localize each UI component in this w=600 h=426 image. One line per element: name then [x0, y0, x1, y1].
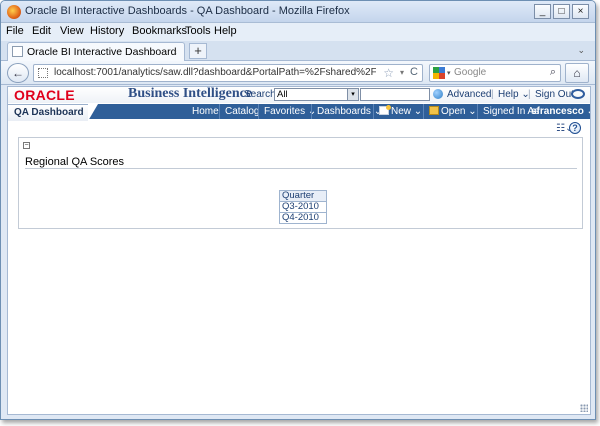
page-icon — [12, 46, 23, 57]
user-menu[interactable]: sfrancesco ⌄ — [531, 106, 590, 117]
search-scope-select[interactable]: All ▾ — [274, 88, 359, 101]
folder-icon — [429, 106, 439, 115]
home-button[interactable]: ⌂ — [565, 63, 589, 83]
section-title: Regional QA Scores — [25, 156, 125, 168]
close-button[interactable]: × — [572, 4, 589, 19]
catalog-link[interactable]: Catalog — [225, 106, 259, 117]
product-title: Business Intelligence — [128, 86, 253, 101]
table-row[interactable]: Q3-2010 — [279, 201, 327, 213]
browser-window: Oracle BI Interactive Dashboards - QA Da… — [0, 0, 596, 420]
separator — [258, 104, 259, 119]
quarter-prompt-table: Quarter Q3-2010 Q4-2010 — [279, 190, 327, 224]
title-bar: Oracle BI Interactive Dashboards - QA Da… — [1, 1, 595, 23]
page-content: ORACLE Business Intelligence Search All … — [7, 86, 591, 415]
sign-out-link[interactable]: Sign Out — [535, 89, 574, 100]
dashboard-section: − Regional QA Scores Quarter Q3-2010 Q4-… — [18, 137, 583, 229]
tab-qa-dashboard[interactable]: QA Dashboard — [8, 104, 88, 121]
column-header-quarter: Quarter — [279, 190, 327, 202]
menu-bookmarks[interactable]: Bookmarks — [132, 25, 187, 37]
tab-label: Oracle BI Interactive Dashboards - QA Da… — [27, 46, 177, 58]
menu-tools[interactable]: Tools — [185, 25, 211, 37]
site-identity-icon[interactable] — [38, 68, 48, 78]
oracle-oval-icon — [571, 89, 585, 99]
obi-header: ORACLE Business Intelligence Search All … — [8, 87, 590, 103]
advanced-link[interactable]: Advanced — [447, 89, 491, 100]
resize-grip[interactable] — [580, 404, 588, 412]
url-dropdown-icon[interactable]: ▾ — [400, 68, 404, 77]
separator: | — [491, 89, 494, 100]
tab-list-icon[interactable]: ⌄ — [577, 45, 585, 56]
maximize-button[interactable]: □ — [553, 4, 570, 19]
window-controls: _ □ × — [532, 4, 589, 19]
new-menu-label: New ⌄ — [391, 106, 423, 117]
url-bar[interactable]: localhost:7001/analytics/saw.dll?dashboa… — [33, 64, 423, 82]
tab-oracle-bi[interactable]: Oracle BI Interactive Dashboards - QA Da… — [7, 42, 185, 61]
back-button[interactable]: ← — [7, 63, 29, 83]
minimize-button[interactable]: _ — [534, 4, 551, 19]
new-document-icon — [379, 105, 391, 115]
table-cell-quarter[interactable]: Q4-2010 — [279, 212, 327, 224]
new-menu[interactable]: New ⌄ — [379, 105, 423, 117]
search-engine-dropdown-icon[interactable]: ▾ — [447, 69, 451, 77]
search-scope-value: All — [277, 89, 288, 100]
page-toolbar: ☷⌄ ? — [8, 121, 590, 135]
section-divider — [25, 168, 577, 169]
separator: | — [528, 89, 531, 100]
table-row[interactable]: Q4-2010 — [279, 212, 327, 224]
tab-strip: Oracle BI Interactive Dashboards - QA Da… — [1, 41, 595, 61]
chevron-down-icon[interactable]: ▾ — [347, 89, 358, 100]
menu-bar: File Edit View History Bookmarks Tools H… — [1, 23, 595, 41]
url-text[interactable]: localhost:7001/analytics/saw.dll?dashboa… — [54, 67, 376, 78]
search-bar[interactable]: ▾ Google ⌕ — [429, 64, 561, 82]
navigation-bar: ← localhost:7001/analytics/saw.dll?dashb… — [1, 61, 595, 85]
open-menu[interactable]: Open ⌄ — [429, 106, 477, 117]
separator — [373, 104, 374, 119]
separator — [477, 104, 478, 119]
obi-search-input[interactable] — [360, 88, 430, 101]
bookmark-star-icon[interactable]: ☆ — [383, 66, 394, 80]
help-menu[interactable]: Help ⌄ — [498, 89, 530, 100]
search-go-icon[interactable] — [433, 89, 443, 99]
reload-icon[interactable]: C — [410, 66, 418, 78]
tab-corner — [88, 104, 98, 121]
menu-view[interactable]: View — [60, 25, 84, 37]
help-icon[interactable]: ? — [569, 122, 581, 134]
separator — [423, 104, 424, 119]
menu-file[interactable]: File — [6, 25, 24, 37]
separator — [219, 104, 220, 119]
table-header-row: Quarter — [279, 190, 327, 202]
menu-history[interactable]: History — [90, 25, 124, 37]
search-input[interactable]: Google — [454, 67, 486, 78]
open-menu-label: Open ⌄ — [441, 106, 477, 117]
menu-edit[interactable]: Edit — [32, 25, 51, 37]
separator — [311, 104, 312, 119]
favorites-menu[interactable]: Favorites ⌄ — [264, 106, 316, 117]
table-cell-quarter[interactable]: Q3-2010 — [279, 201, 327, 213]
oracle-logo: ORACLE — [14, 87, 75, 103]
collapse-icon[interactable]: − — [23, 142, 30, 149]
new-tab-button[interactable]: + — [189, 43, 207, 59]
window-title: Oracle BI Interactive Dashboards - QA Da… — [25, 5, 350, 17]
search-icon[interactable]: ⌕ — [550, 66, 556, 79]
menu-help[interactable]: Help — [214, 25, 237, 37]
firefox-icon — [7, 5, 21, 19]
search-label: Search — [244, 89, 276, 100]
google-icon[interactable] — [433, 67, 445, 79]
home-link[interactable]: Home — [192, 106, 219, 117]
